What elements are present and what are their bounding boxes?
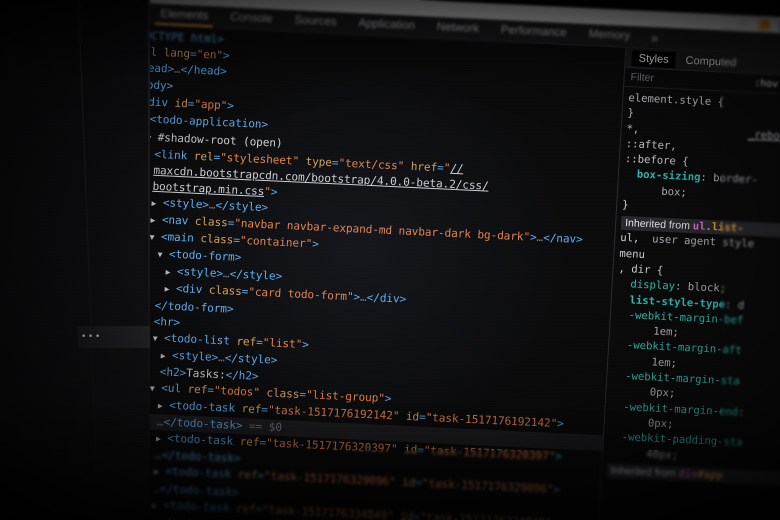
styles-filter-input[interactable]: Filter <box>630 71 654 84</box>
inherited-class: .list- <box>705 221 744 235</box>
inherited-label: Inherited from <box>624 217 694 233</box>
overflow-dots-label: ••• <box>81 331 102 342</box>
inherited-class: #app <box>697 468 724 482</box>
inherited-tag: div <box>678 467 698 481</box>
devtools-tab-sources[interactable]: Sources <box>283 10 348 34</box>
dom-tree-panel[interactable]: <!DOCTYPE html><html lang="en">▶ <head>…… <box>87 23 626 520</box>
styles-tools[interactable]: :hov.cls <box>754 77 780 91</box>
devtools-tab-memory[interactable]: Memory <box>577 24 642 48</box>
inherited-label: Inherited from <box>610 464 679 480</box>
css-rule[interactable]: ul, user agent style menu, dir { display:… <box>608 231 780 469</box>
devtools-tab-console[interactable]: Console <box>219 7 284 31</box>
devtools-tab-network[interactable]: Network <box>425 16 490 40</box>
monitor-screen: ElementsConsoleSourcesApplicationNetwork… <box>87 0 780 520</box>
devtools-tab-application[interactable]: Application <box>347 13 426 38</box>
styles-tool-hov[interactable]: :hov <box>754 77 779 89</box>
devtools-screen-photo: ElementsConsoleSourcesApplicationNetwork… <box>0 0 780 520</box>
devtools-tab-elements[interactable]: Elements <box>149 3 220 27</box>
devtools-tab-performance[interactable]: Performance <box>489 19 578 44</box>
css-rule[interactable]: _reboot.s *,::after,::before { box-sizing… <box>622 122 780 222</box>
panel-overflow-dots[interactable]: ••• <box>78 326 150 348</box>
left-dark-bezel <box>0 0 150 520</box>
extension-lock-icon[interactable] <box>758 18 771 31</box>
styles-tab-styles[interactable]: Styles <box>631 49 677 68</box>
css-rules-list[interactable]: element.style {} _reboot.s *,::after,::bef… <box>602 87 780 486</box>
styles-panel: StylesComputed Filter :hov.cls element.s… <box>595 47 780 520</box>
styles-tab-computed[interactable]: Computed <box>678 52 744 71</box>
more-tabs-button[interactable]: » <box>640 27 668 49</box>
star-icon[interactable] <box>739 18 751 29</box>
inherited-tag: ul <box>692 220 706 234</box>
css-rule-source[interactable]: _reboot.s <box>748 127 780 145</box>
